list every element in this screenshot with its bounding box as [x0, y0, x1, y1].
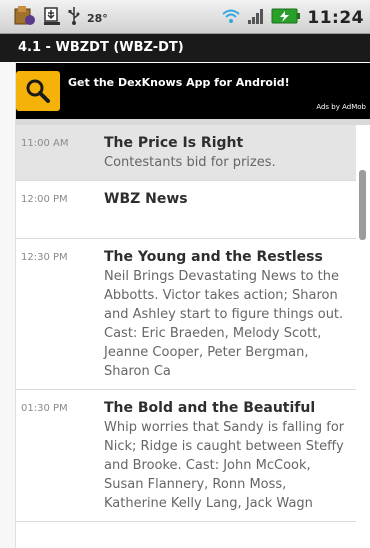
schedule-row[interactable]: 12:00 PM WBZ News: [16, 181, 356, 239]
search-icon: [24, 77, 52, 109]
schedule-row[interactable]: 12:30 PM The Young and the Restless Neil…: [16, 239, 356, 390]
ad-icon-tile: [16, 71, 60, 111]
row-description: Whip worries that Sandy is falling for N…: [104, 420, 345, 511]
download-icon: [43, 6, 61, 30]
row-title: WBZ News: [104, 191, 188, 207]
row-description: Neil Brings Devastating News to the Abbo…: [104, 269, 344, 379]
schedule-row[interactable]: 01:30 PM The Bold and the Beautiful Whip…: [16, 390, 356, 522]
usb-icon: [68, 6, 80, 30]
channel-title: 4.1 - WBZDT (WBZ-DT): [0, 34, 370, 62]
temperature-label: 28°: [87, 11, 108, 25]
status-bar: 28° 11:24: [0, 0, 370, 34]
scrollbar-thumb[interactable]: [359, 170, 366, 240]
clock: 11:24: [307, 8, 364, 28]
row-title: The Young and the Restless: [104, 249, 323, 265]
left-frame: [0, 62, 16, 548]
wifi-icon: [221, 8, 241, 28]
battery-icon: [271, 7, 301, 29]
app-notification-icon: [14, 5, 36, 31]
row-time: 12:00 PM: [21, 194, 68, 205]
row-time: 11:00 AM: [21, 138, 69, 149]
schedule-list: 11:00 AM The Price Is Right Contestants …: [16, 125, 356, 522]
row-time: 01:30 PM: [21, 403, 68, 414]
row-description: Contestants bid for prizes.: [104, 155, 276, 170]
ad-text: Get the DexKnows App for Android!: [68, 76, 290, 89]
row-title: The Price Is Right: [104, 135, 244, 151]
ad-byline: Ads by AdMob: [316, 103, 366, 111]
row-title: The Bold and the Beautiful: [104, 400, 316, 416]
schedule-row[interactable]: 11:00 AM The Price Is Right Contestants …: [16, 125, 356, 181]
phone-screen: 28° 11:24 4.1 - WBZDT (WBZ-DT) Get the D…: [0, 0, 370, 548]
signal-icon: [247, 8, 265, 28]
row-time: 12:30 PM: [21, 252, 68, 263]
ad-banner[interactable]: Get the DexKnows App for Android! Ads by…: [16, 63, 370, 119]
